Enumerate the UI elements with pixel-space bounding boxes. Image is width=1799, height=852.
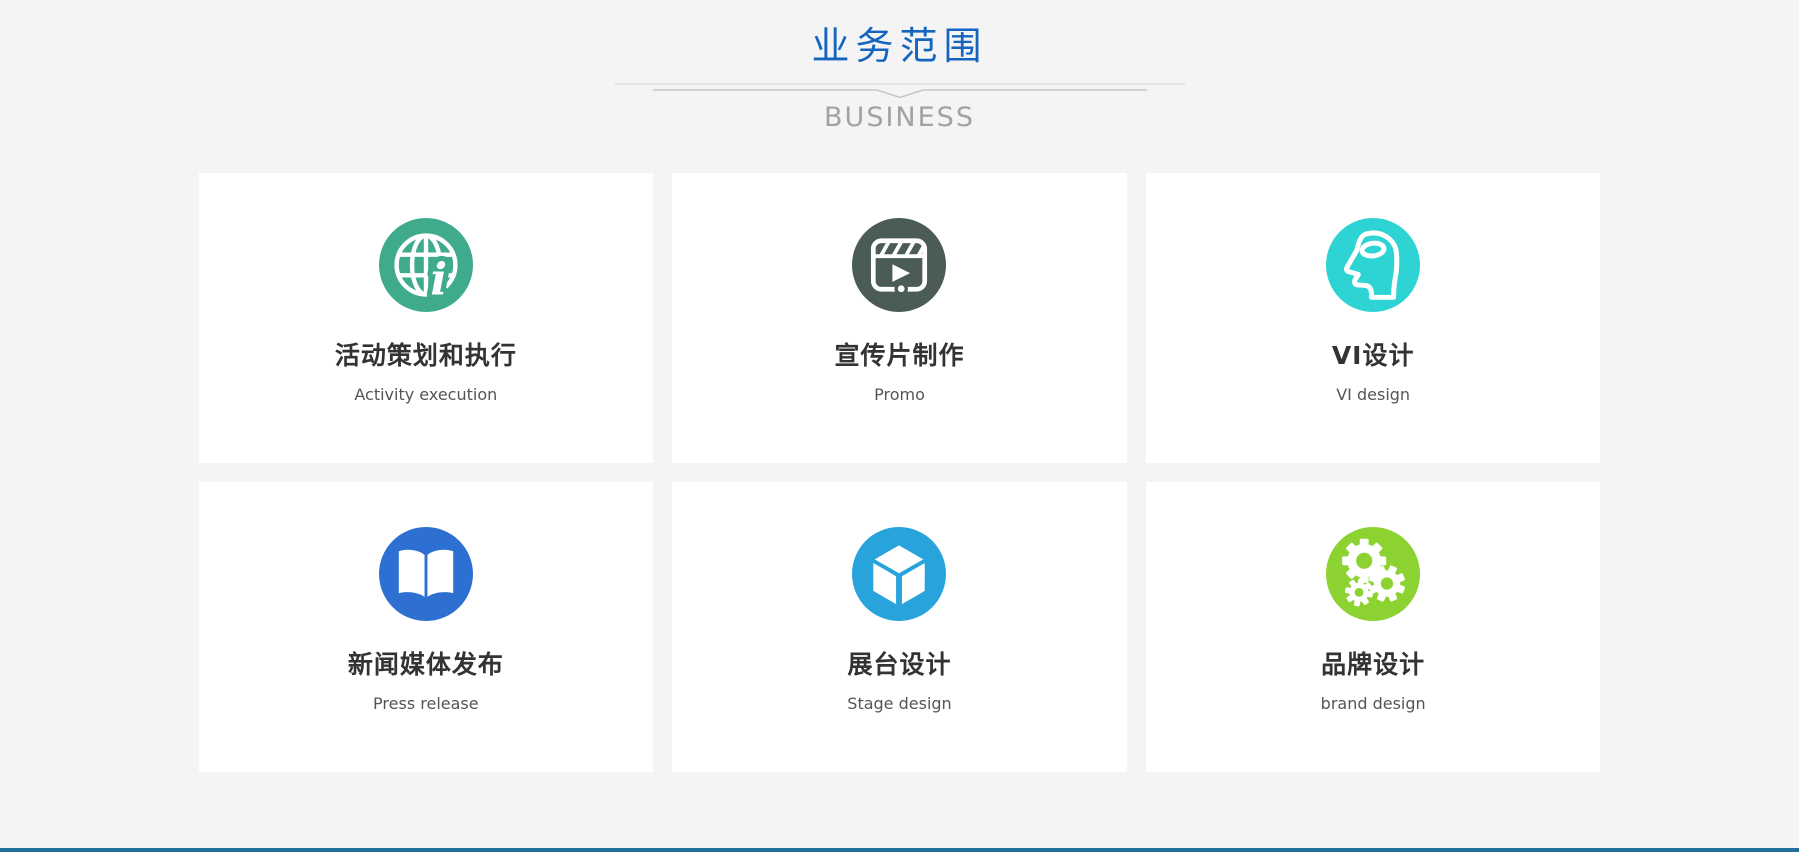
service-title: 展台设计 [672, 645, 1127, 681]
service-card-promo[interactable]: 宣传片制作 Promo [672, 173, 1127, 463]
service-subtitle: Press release [199, 694, 654, 713]
services-grid: i 活动策划和执行 Activity execution [199, 173, 1601, 772]
section-subtitle: BUSINESS [0, 102, 1799, 134]
service-card-vi-design[interactable]: VI设计 VI design [1146, 173, 1601, 463]
head-profile-icon [1326, 218, 1420, 312]
service-subtitle: Stage design [672, 694, 1127, 713]
service-title: 活动策划和执行 [199, 336, 654, 372]
bottom-divider-bar [0, 848, 1799, 852]
service-subtitle: brand design [1146, 694, 1601, 713]
service-title: VI设计 [1146, 336, 1601, 372]
service-card-brand[interactable]: 品牌设计 brand design [1146, 482, 1601, 772]
service-title: 品牌设计 [1146, 645, 1601, 681]
gears-icon [1326, 527, 1420, 621]
section-header: 业务范围 BUSINESS [0, 0, 1799, 134]
service-card-activity[interactable]: i 活动策划和执行 Activity execution [199, 173, 654, 463]
divider-chevron [615, 80, 1185, 100]
section-title: 业务范围 [0, 22, 1799, 70]
service-title: 宣传片制作 [672, 336, 1127, 372]
service-subtitle: VI design [1146, 385, 1601, 404]
service-card-stage[interactable]: 展台设计 Stage design [672, 482, 1127, 772]
service-card-press[interactable]: 新闻媒体发布 Press release [199, 482, 654, 772]
clapperboard-play-icon [852, 218, 946, 312]
open-book-icon [379, 527, 473, 621]
service-subtitle: Promo [672, 385, 1127, 404]
service-title: 新闻媒体发布 [199, 645, 654, 681]
business-section-page: 业务范围 BUSINESS [0, 0, 1799, 852]
service-subtitle: Activity execution [199, 385, 654, 404]
cube-icon [852, 527, 946, 621]
globe-info-icon: i [379, 218, 473, 312]
svg-text:i: i [430, 254, 447, 305]
